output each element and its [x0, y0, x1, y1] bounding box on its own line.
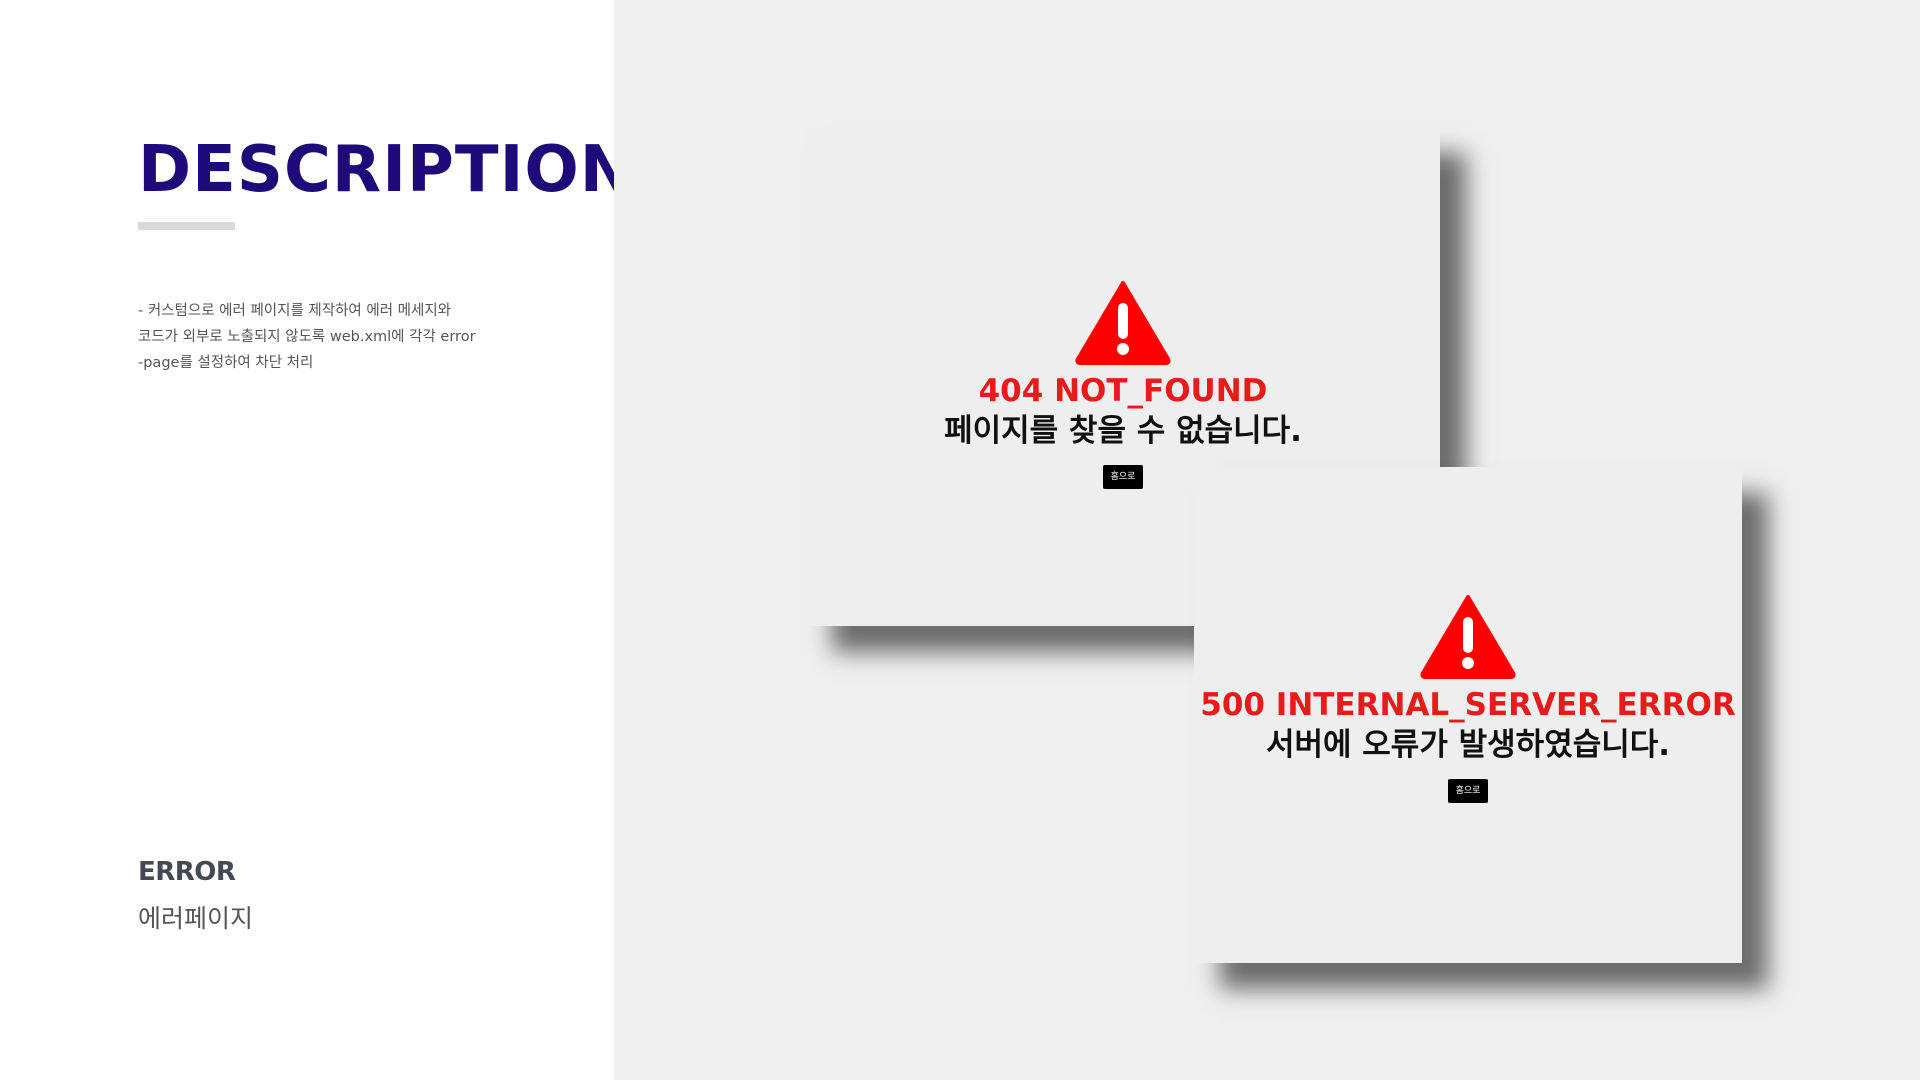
warning-triangle-icon [1075, 281, 1171, 365]
error-message: 페이지를 찾을 수 없습니다. [944, 413, 1302, 449]
title-divider [138, 222, 235, 230]
page-title: DESCRIPTION [138, 133, 635, 207]
description-line: - 커스텀으로 에러 페이지를 제작하여 에러 메세지와 [138, 303, 452, 319]
not-found-content: 404 NOT_FOUND 페이지를 찾을 수 없습니다. 홈으로 [806, 279, 1440, 489]
server-error-screenshot: 500 INTERNAL_SERVER_ERROR 서버에 오류가 발생하였습니… [1194, 467, 1742, 963]
home-button[interactable]: 홈으로 [1447, 779, 1489, 803]
section-label: ERROR [138, 857, 236, 887]
error-code: 404 NOT_FOUND [978, 373, 1268, 409]
description-panel: DESCRIPTION - 커스텀으로 에러 페이지를 제작하여 에러 메세지와… [0, 0, 633, 1080]
description-line: -page를 설정하여 차단 처리 [138, 355, 314, 371]
description-line: 코드가 외부로 노출되지 않도록 web.xml에 각각 error [138, 329, 476, 345]
server-error-content: 500 INTERNAL_SERVER_ERROR 서버에 오류가 발생하였습니… [1194, 593, 1742, 803]
error-code: 500 INTERNAL_SERVER_ERROR [1200, 687, 1736, 723]
home-button[interactable]: 홈으로 [1102, 465, 1144, 489]
warning-triangle-icon [1420, 595, 1516, 679]
error-message: 서버에 오류가 발생하였습니다. [1265, 727, 1671, 763]
section-subtitle: 에러페이지 [138, 904, 254, 933]
description-text: - 커스텀으로 에러 페이지를 제작하여 에러 메세지와 코드가 외부로 노출되… [138, 298, 518, 376]
